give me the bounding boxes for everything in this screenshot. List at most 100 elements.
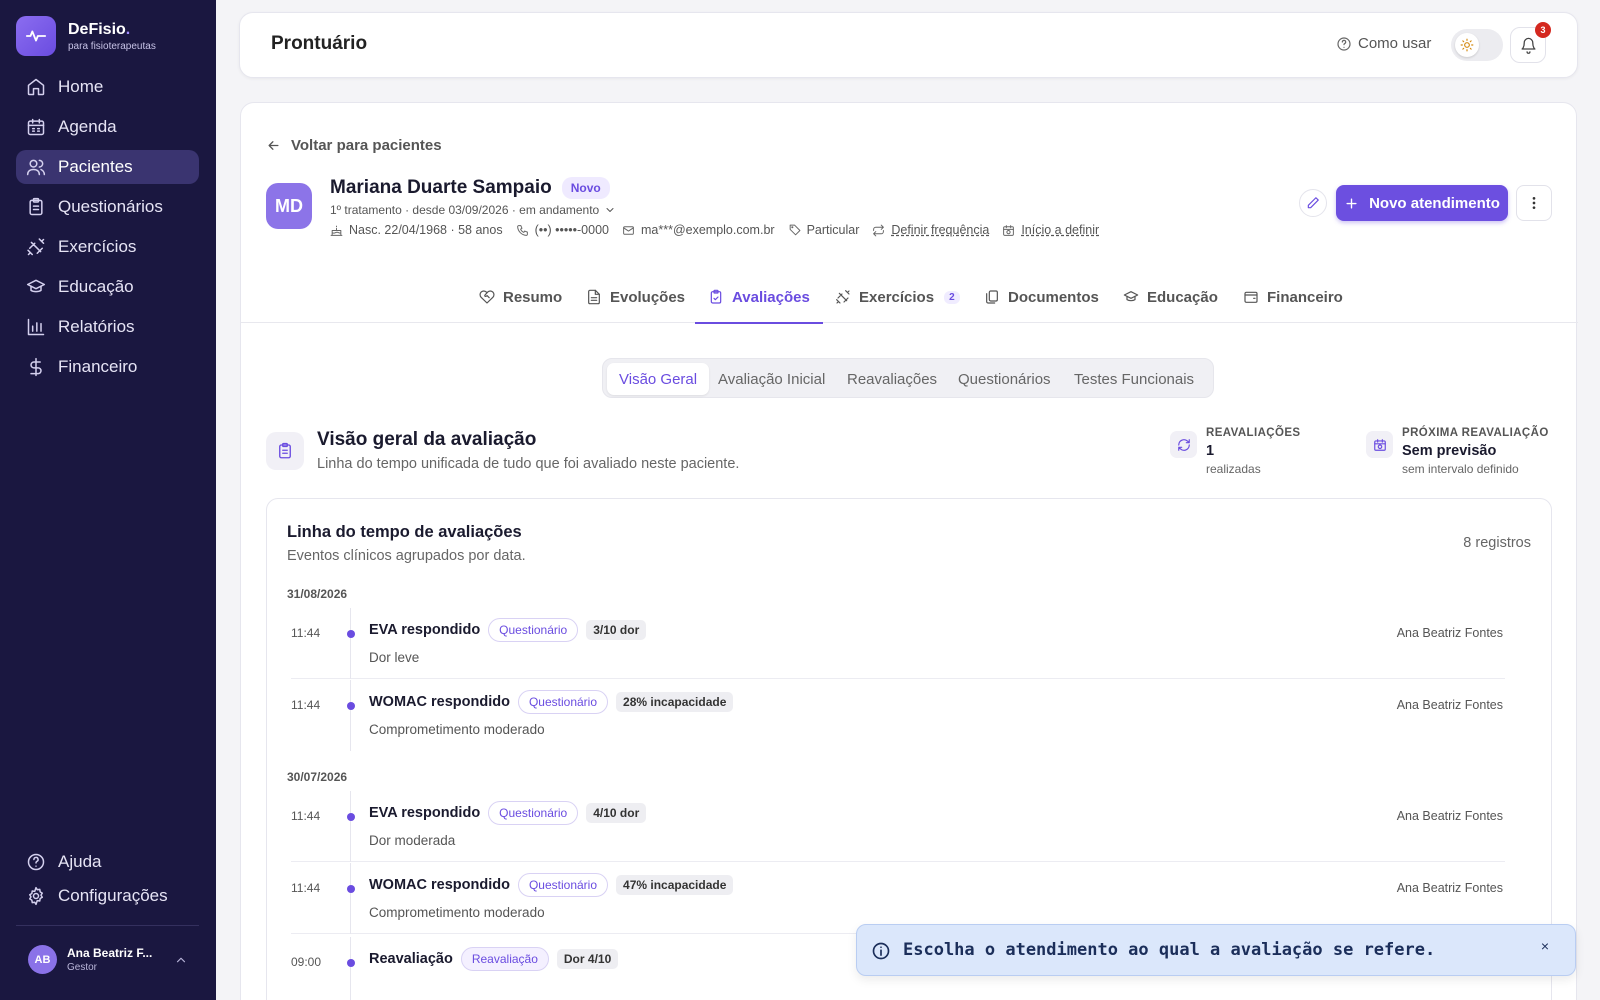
back-to-patients-link[interactable]: Voltar para pacientes [266,137,442,154]
edit-patient-button[interactable] [1299,189,1327,217]
tab-label: Financeiro [1267,288,1343,306]
stat-reavaliacoes: REAVALIAÇÕES 1 realizadas [1170,427,1300,476]
clipboard-check-icon [710,289,722,304]
define-start-link[interactable]: Início a definir [1002,223,1099,237]
tab-evolucoes[interactable]: Evoluções [586,279,685,315]
info-icon [872,942,890,960]
tab-label: Educação [1147,288,1218,306]
define-frequency-link[interactable]: Definir frequência [872,223,989,237]
tab-financeiro[interactable]: Financeiro [1243,279,1343,315]
event-type-chip: Reavaliação [460,947,549,971]
event-description: Comprometimento moderado [369,905,545,920]
event-author: Ana Beatriz Fontes [1396,698,1503,712]
sidebar-item-label: Ajuda [58,852,102,871]
sidebar-item-label: Educação [58,277,134,296]
graduation-cap-icon [1123,291,1139,302]
event-title: EVA respondido [369,622,481,638]
subtab-avaliacao-inicial[interactable]: Avaliação Inicial [718,363,825,395]
brand-name: DeFisio. [68,20,131,38]
tab-label: Exercícios [859,288,935,306]
plan-text: Particular [806,223,860,237]
notifications-button[interactable]: 3 [1510,22,1551,63]
timeline-dot [347,959,355,967]
timeline-date-header: 31/08/2026 [287,587,348,601]
email-text: ma***@exemplo.com.br [640,223,775,237]
timeline-row[interactable]: 11:44 EVA respondido Questionário 3/10 d… [291,608,1505,679]
help-link[interactable]: Como usar [1336,35,1431,52]
event-value-chip: 47% incapacidade [616,875,734,895]
plus-icon [1346,197,1357,209]
arrow-left-icon [268,141,279,150]
sidebar-item-questionarios[interactable]: Questionários [16,190,199,224]
help-link-label: Como usar [1358,35,1432,52]
timeline-row[interactable]: 11:44 EVA respondido Questionário 4/10 d… [291,791,1505,862]
subtab-reavaliacoes[interactable]: Reavaliações [847,363,937,395]
tag-icon [789,224,800,235]
graduation-cap-icon [26,279,46,293]
sidebar-item-label: Relatórios [58,317,135,336]
timeline-dot [347,885,355,893]
timeline-count: 8 registros [1463,535,1531,551]
phone-info: (••) •••••-0000 [516,223,609,237]
tab-educacao[interactable]: Educação [1123,279,1218,315]
sidebar-item-educacao[interactable]: Educação [16,270,199,304]
sidebar-item-exercicios[interactable]: Exercícios [16,230,199,264]
stat-label: REAVALIAÇÕES [1206,427,1301,439]
stat-value: Sem previsão [1402,443,1497,459]
tab-exercicios[interactable]: Exercícios 2 [835,279,960,315]
sidebar-item-financeiro[interactable]: Financeiro [16,350,199,384]
new-appointment-button[interactable]: Novo atendimento [1336,185,1508,221]
dumbbell-icon [27,238,45,256]
timeline-dot [347,702,355,710]
sidebar-item-configuracoes[interactable]: Configurações [16,879,199,913]
event-header: EVA respondido Questionário 3/10 dor [369,618,647,642]
brand[interactable]: DeFisio. para fisioterapeutas [16,16,156,56]
back-link-label: Voltar para pacientes [291,137,442,154]
sidebar-item-home[interactable]: Home [16,70,199,104]
user-role: Gestor [67,962,98,973]
treatment-selector[interactable]: 1º tratamento · desde 03/09/2026 · em an… [330,203,616,217]
timeline-dot [347,813,355,821]
tab-count-badge: 2 [944,290,960,304]
event-time: 11:44 [291,881,321,895]
tab-label: Evoluções [610,288,686,306]
tab-documentos[interactable]: Documentos [984,279,1099,315]
event-value-chip: 4/10 dor [586,803,647,823]
timeline-line [350,791,351,862]
notification-count-badge: 3 [1535,22,1551,38]
sun-icon [1455,33,1479,57]
tab-label: Resumo [503,288,563,306]
sidebar-item-agenda[interactable]: Agenda [16,110,199,144]
tab-label: Documentos [1008,288,1099,306]
subtab-questionarios[interactable]: Questionários [958,363,1051,395]
cake-icon [330,225,343,236]
more-options-button[interactable] [1516,185,1552,221]
timeline-line [350,680,351,751]
event-title: Reavaliação [369,951,453,967]
help-circle-icon [1337,36,1351,51]
subtab-testes-funcionais[interactable]: Testes Funcionais [1074,363,1194,395]
toast-close-button[interactable]: × [1541,938,1549,954]
subtab-visao-geral[interactable]: Visão Geral [607,363,710,395]
timeline-subtitle: Eventos clínicos agrupados por data. [287,548,526,564]
tab-avaliacoes[interactable]: Avaliações [695,279,823,324]
tab-resumo[interactable]: Resumo [479,279,562,315]
patient-header: Mariana Duarte Sampaio Novo [330,177,610,199]
theme-toggle[interactable] [1451,29,1503,61]
timeline-title: Linha do tempo de avaliações [287,523,522,541]
start-text: Início a definir [1021,223,1100,237]
event-value-chip: 3/10 dor [586,620,647,640]
user-menu[interactable]: AB Ana Beatriz F... Gestor [28,945,188,974]
sidebar-item-ajuda[interactable]: Ajuda [16,845,199,879]
timeline-row[interactable]: 11:44 WOMAC respondido Questionário 28% … [291,680,1505,751]
sidebar-item-relatorios[interactable]: Relatórios [16,310,199,344]
event-author: Ana Beatriz Fontes [1396,881,1503,895]
event-type-chip: Questionário [488,801,579,825]
sidebar-item-pacientes[interactable]: Pacientes [16,150,199,184]
phone-text: (••) •••••-0000 [534,223,609,237]
event-description: Dor leve [369,650,420,665]
home-icon [27,78,45,96]
timeline-line [350,937,351,1000]
email-info: ma***@exemplo.com.br [622,223,775,237]
pencil-icon [1307,197,1319,209]
